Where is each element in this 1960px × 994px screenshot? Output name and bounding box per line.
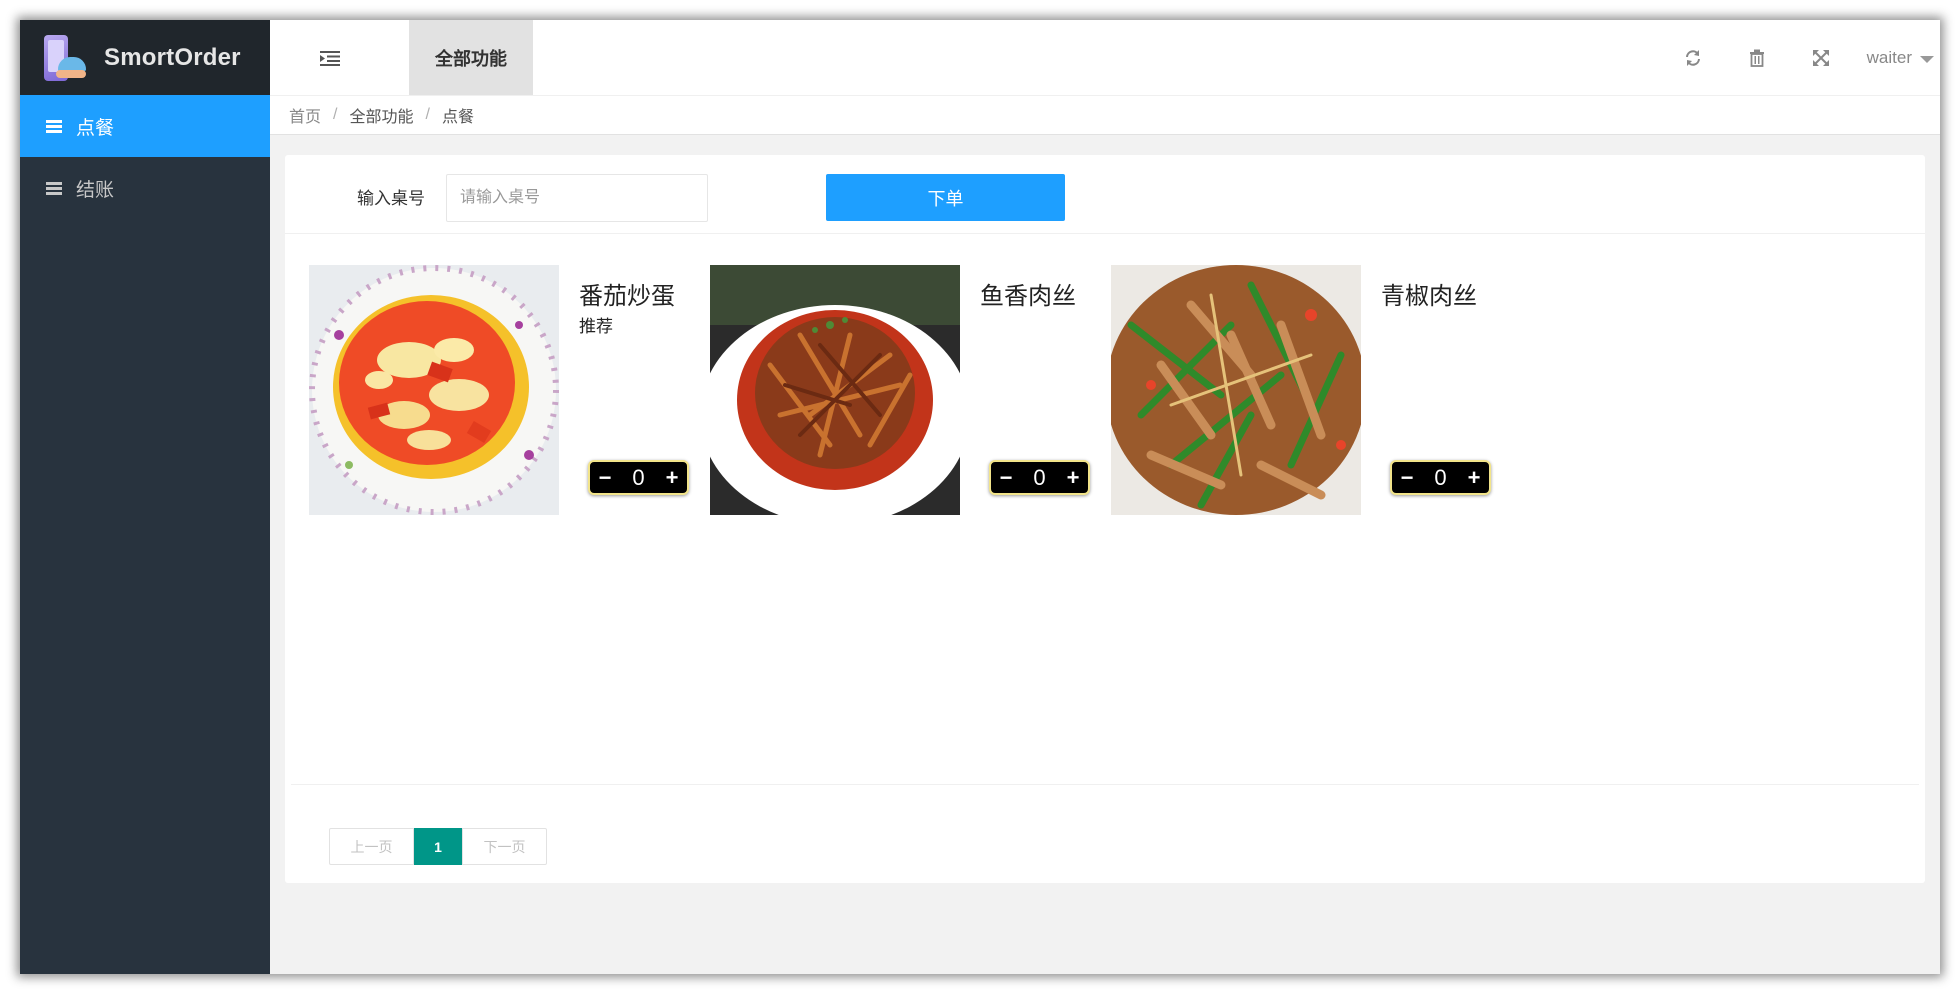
menu-fold-icon (320, 50, 340, 66)
table-number-label: 输入桌号 (357, 189, 425, 208)
increase-button[interactable]: + (663, 466, 681, 489)
username: waiter (1866, 47, 1912, 67)
breadcrumb-home[interactable]: 首页 (289, 103, 321, 127)
order-card: 输入桌号 下单 (285, 155, 1925, 883)
fullscreen-icon (1812, 49, 1829, 66)
dish-name: 鱼香肉丝 (980, 283, 1076, 310)
dish-image-pepper-pork (1111, 265, 1361, 515)
quantity-value[interactable]: 0 (1416, 465, 1465, 491)
dish-item: 番茄炒蛋 推荐 − 0 + (309, 265, 689, 515)
app-logo (42, 34, 88, 81)
sidebar: SmortOrder 点餐 结账 (20, 20, 270, 974)
app-window: SmortOrder 点餐 结账 全部功能 waiter 首页 / 全部功能 /… (20, 20, 1940, 974)
top-header: 全部功能 waiter (270, 20, 1940, 95)
breadcrumb-all-functions[interactable]: 全部功能 (349, 103, 413, 127)
breadcrumb-separator: / (333, 106, 338, 123)
decrease-button[interactable]: − (997, 466, 1015, 489)
divider (291, 784, 1919, 785)
dish-image-tomato-egg (309, 265, 559, 515)
user-menu[interactable]: waiter (1853, 48, 1940, 68)
sidebar-item-label: 点餐 (76, 117, 115, 139)
dish-image-yuxiang-pork (710, 265, 960, 515)
quantity-stepper: − 0 + (1390, 460, 1491, 495)
header-actions: waiter (1661, 20, 1940, 95)
submit-order-button[interactable]: 下单 (826, 174, 1065, 221)
quantity-value[interactable]: 0 (614, 465, 663, 491)
sidebar-item-checkout[interactable]: 结账 (20, 157, 270, 219)
sidebar-item-order[interactable]: 点餐 (20, 95, 270, 157)
refresh-icon (1685, 49, 1700, 66)
brand: SmortOrder (20, 20, 270, 95)
order-form: 输入桌号 下单 (285, 155, 1925, 234)
list-icon (46, 181, 62, 195)
decrease-button[interactable]: − (596, 466, 614, 489)
breadcrumb: 首页 / 全部功能 / 点餐 (270, 95, 1940, 135)
quantity-stepper: − 0 + (588, 460, 689, 495)
increase-button[interactable]: + (1465, 466, 1483, 489)
dish-item: 青椒肉丝 − 0 + (1111, 265, 1491, 515)
chevron-down-icon (1920, 55, 1934, 63)
quantity-value[interactable]: 0 (1015, 465, 1064, 491)
decrease-button[interactable]: − (1398, 466, 1416, 489)
next-page-button[interactable]: 下一页 (462, 828, 547, 865)
tab-all-functions[interactable]: 全部功能 (409, 20, 533, 95)
list-icon (46, 119, 62, 133)
sidebar-toggle-button[interactable] (270, 20, 390, 95)
current-page[interactable]: 1 (414, 828, 462, 865)
dish-name: 青椒肉丝 (1381, 283, 1477, 310)
sidebar-item-label: 结账 (76, 179, 115, 201)
quantity-stepper: − 0 + (989, 460, 1090, 495)
increase-button[interactable]: + (1064, 466, 1082, 489)
trash-icon (1749, 49, 1764, 67)
dish-item: 鱼香肉丝 − 0 + (710, 265, 1090, 515)
dish-tag: 推荐 (579, 317, 613, 336)
clear-button[interactable] (1725, 20, 1789, 95)
prev-page-button[interactable]: 上一页 (329, 828, 414, 865)
pagination: 上一页 1 下一页 (329, 828, 547, 865)
breadcrumb-current: 点餐 (441, 109, 474, 126)
breadcrumb-separator: / (425, 106, 430, 123)
app-name: SmortOrder (104, 43, 241, 71)
fullscreen-button[interactable] (1789, 20, 1853, 95)
dish-name: 番茄炒蛋 (579, 283, 675, 310)
table-number-input[interactable] (446, 174, 708, 222)
refresh-button[interactable] (1661, 20, 1725, 95)
